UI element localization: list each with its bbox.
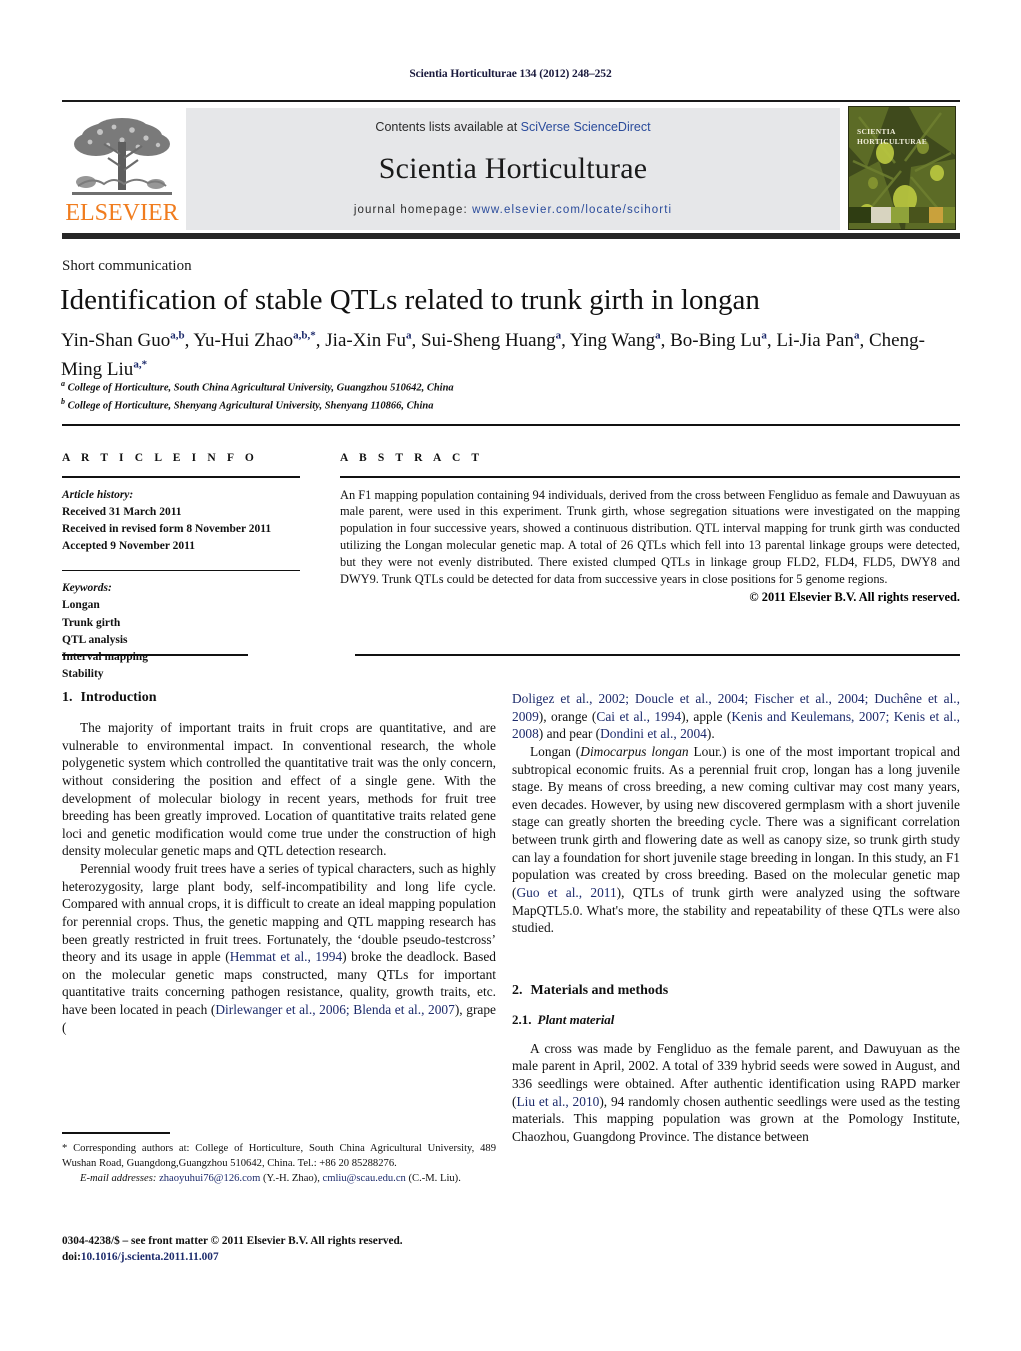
running-head: Scientia Horticulturae 134 (2012) 248–25… (409, 68, 612, 80)
contents-available-line: Contents lists available at SciVerse Sci… (186, 120, 840, 134)
subsection-number: 2.1. (512, 1011, 532, 1027)
intro-p2-part-e: ), apple ( (681, 708, 732, 724)
citation-hemmat[interactable]: Hemmat et al., 1994 (230, 949, 342, 964)
subsection-heading-plant-material: 2.1. Plant material (512, 1012, 960, 1028)
article-history: Article history: Received 31 March 2011 … (62, 487, 352, 556)
left-column-rule (62, 654, 248, 656)
article-type: Short communication (62, 258, 192, 274)
homepage-prefix: journal homepage: (353, 204, 473, 216)
intro-p3-part-a: Longan ( (530, 743, 581, 759)
body-left-column: 1. Introduction The majority of important… (62, 690, 496, 1036)
email-link-liu[interactable]: cmliu@scau.edu.cn (323, 1173, 406, 1184)
history-received: Received 31 March 2011 (62, 505, 182, 518)
section-heading-materials-methods: 2. Materials and methods (512, 983, 960, 999)
keyword-item: Stability (62, 668, 104, 681)
intro-paragraph-3: Longan (Dimocarpus longan Lour.) is one … (512, 743, 960, 937)
corresponding-author-tel: Tel.: +86 20 85288276. (297, 1157, 397, 1169)
keyword-item: Interval mapping (62, 651, 148, 663)
right-column-rule (355, 654, 960, 656)
intro-p3-part-b: Lour.) is one of the most important trop… (512, 743, 960, 900)
article-info-heading: A R T I C L E I N F O (62, 452, 258, 464)
keyword-item: Trunk girth (62, 616, 121, 629)
doi-line: doi:10.1016/j.scienta.2011.11.007 (62, 1249, 532, 1265)
section-number: 2. (512, 982, 523, 998)
header-separator-rule (62, 424, 960, 426)
imprint-block: 0304-4238/$ – see front matter © 2011 El… (62, 1233, 532, 1266)
email-link-zhao[interactable]: zhaoyuhui76@126.com (159, 1173, 260, 1184)
citation-cai[interactable]: Cai et al., 1994 (596, 709, 681, 724)
masthead-top-rule (62, 100, 960, 102)
section-number: 1. (62, 690, 73, 705)
section-title: Introduction (80, 690, 157, 705)
section-title: Materials and methods (530, 982, 669, 998)
email-owner-liu: (C.-M. Liu). (408, 1172, 461, 1184)
citation-dondini[interactable]: Dondini et al., 2004 (600, 726, 707, 741)
cover-bottom-strip (849, 207, 955, 223)
homepage-link[interactable]: www.elsevier.com/locate/scihorti (472, 204, 672, 216)
elsevier-tree-icon (72, 118, 172, 195)
keyword-item: Longan (62, 599, 100, 612)
footnote-rule (62, 1132, 170, 1134)
footnote-block: * Corresponding authors at: College of H… (62, 1132, 496, 1186)
body-right-column: Doligez et al., 2002; Doucle et al., 200… (512, 690, 960, 1146)
abstract-heading: A B S T R A C T (340, 452, 484, 464)
abstract-block: A B S T R A C T An F1 mapping population… (340, 452, 960, 605)
article-info-block: A R T I C L E I N F O Article history: R… (62, 452, 352, 684)
affiliations: a College of Horticulture, South China A… (61, 378, 761, 415)
article-page: Scientia Horticulturae 134 (2012) 248–25… (0, 0, 1021, 1351)
article-info-rule-2 (62, 569, 300, 571)
intro-paragraph-1: The majority of important traits in frui… (62, 720, 496, 859)
elsevier-wordmark: ELSEVIER (65, 200, 179, 226)
email-label: E-mail addresses: (80, 1172, 157, 1184)
citation-liu[interactable]: Liu et al., 2010 (516, 1094, 599, 1109)
keyword-item: QTL analysis (62, 633, 128, 646)
plant-material-paragraph: A cross was made by Fengliduo as the fem… (512, 1040, 960, 1146)
species-name: Dimocarpus longan (580, 743, 689, 759)
article-info-rule-1 (62, 476, 300, 478)
email-addresses-note: E-mail addresses: zhaoyuhui76@126.com (Y… (62, 1171, 496, 1186)
citation-guo[interactable]: Guo et al., 2011 (516, 885, 616, 900)
subsection-title: Plant material (537, 1011, 615, 1027)
corresponding-author-text: * Corresponding authors at: College of H… (62, 1142, 496, 1169)
history-accepted: Accepted 9 November 2011 (62, 540, 195, 553)
masthead-band: Contents lists available at SciVerse Sci… (186, 108, 840, 230)
section-heading-introduction: 1. Introduction (62, 690, 496, 706)
masthead-bottom-rule (62, 233, 960, 239)
journal-homepage-line: journal homepage: www.elsevier.com/locat… (186, 204, 840, 216)
elsevier-logo: ELSEVIER (64, 114, 180, 230)
email-owner-zhao: (Y.-H. Zhao), (262, 1172, 320, 1184)
journal-cover-thumbnail: SCIENTIA HORTICULTURAE (848, 106, 956, 230)
affiliation-b: b College of Horticulture, Shenyang Agri… (61, 397, 434, 412)
journal-masthead: ELSEVIER Contents lists available at Sci… (62, 100, 960, 239)
intro-paragraph-2-continued: Doligez et al., 2002; Doucle et al., 200… (512, 690, 960, 743)
page-title: Identification of stable QTLs related to… (60, 284, 760, 316)
keywords-block: Keywords: Longan Trunk girth QTL analysi… (62, 580, 352, 684)
corresponding-author-note: * Corresponding authors at: College of H… (62, 1141, 496, 1171)
doi-label: doi: (62, 1251, 81, 1264)
doi-link[interactable]: 10.1016/j.scienta.2011.11.007 (81, 1251, 219, 1263)
keywords-label: Keywords: (62, 582, 112, 594)
abstract-copyright: © 2011 Elsevier B.V. All rights reserved… (749, 590, 960, 605)
imprint-line: 0304-4238/$ – see front matter © 2011 El… (62, 1235, 403, 1247)
intro-p2-part-g: ). (706, 726, 715, 742)
history-revised: Received in revised form 8 November 2011 (62, 523, 272, 535)
cover-journal-name: SCIENTIA HORTICULTURAE (857, 127, 937, 147)
sciencedirect-link[interactable]: SciVerse ScienceDirect (521, 120, 651, 134)
cover-title-line1: SCIENTIA (857, 127, 896, 136)
intro-p2-part-d: ), orange ( (538, 708, 597, 724)
affiliation-a: a College of Horticulture, South China A… (61, 379, 454, 394)
intro-p2-part-f: ) and pear ( (538, 726, 601, 742)
journal-title: Scientia Horticulturae (378, 152, 648, 185)
cover-title-line2: HORTICULTURAE (857, 137, 928, 147)
citation-dirlewanger-blenda[interactable]: Dirlewanger et al., 2006; Blenda et al.,… (215, 1002, 454, 1017)
article-history-label: Article history: (62, 488, 134, 501)
abstract-rule (340, 476, 960, 478)
intro-paragraph-2: Perennial woody fruit trees have a serie… (62, 860, 496, 1036)
contents-prefix: Contents lists available at (375, 120, 521, 134)
abstract-text: An F1 mapping population containing 94 i… (340, 487, 960, 587)
author-list: Yin-Shan Guoa,b, Yu-Hui Zhaoa,b,*, Jia-X… (61, 329, 925, 380)
